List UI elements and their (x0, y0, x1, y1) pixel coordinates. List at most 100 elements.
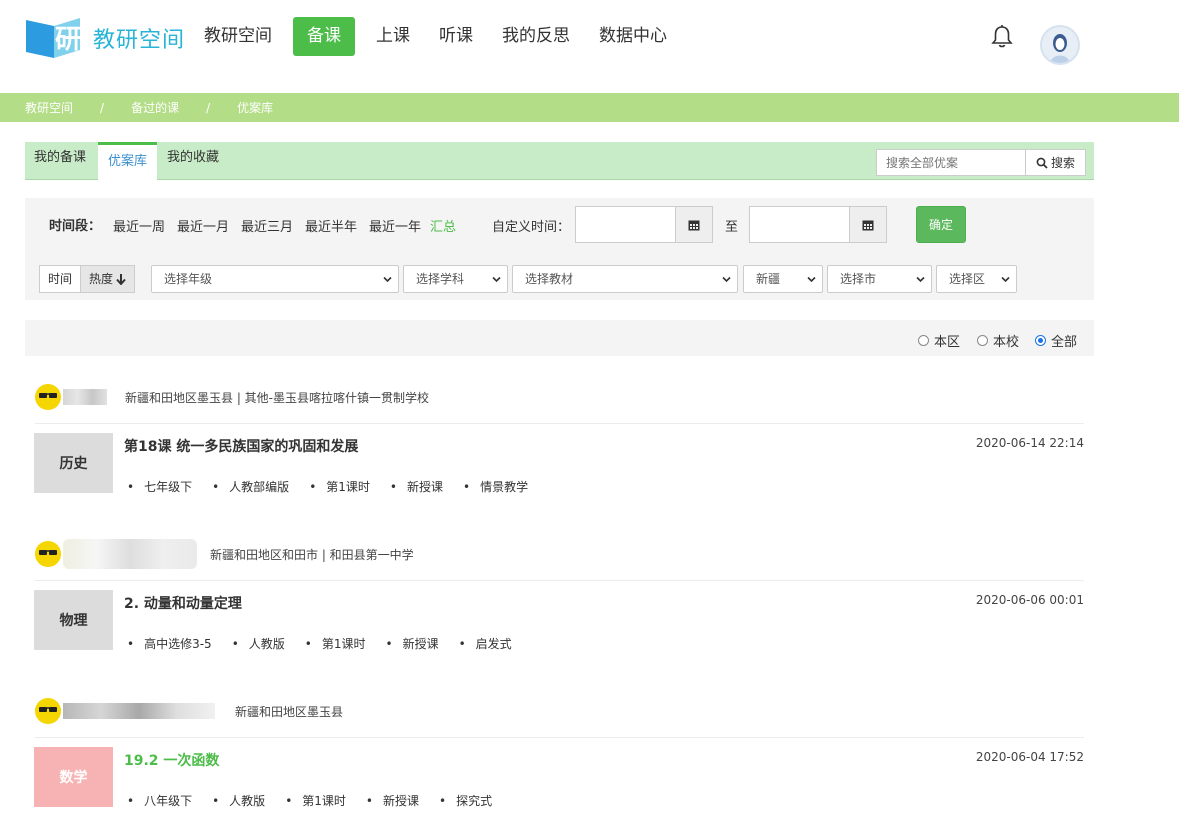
chevron-down-icon (383, 276, 392, 283)
tag: 新授课 (366, 792, 419, 809)
chevron-down-icon (722, 276, 731, 283)
list-item: 新疆和田地区和田市 | 和田县第一中学 物理 2. 动量和动量定理 2020-0… (25, 539, 1094, 664)
nav-shuju[interactable]: 数据中心 (591, 17, 675, 56)
tab-my-lessons[interactable]: 我的备课 (34, 142, 86, 180)
sort-by-time[interactable]: 时间 (39, 265, 82, 293)
sort-popularity-label: 热度 (89, 272, 114, 286)
end-date-button[interactable] (850, 206, 887, 243)
city-select[interactable]: 选择市 (827, 265, 932, 293)
range-halfyear[interactable]: 最近半年 (305, 216, 357, 235)
search-button[interactable]: 搜索 (1025, 149, 1086, 176)
author-avatar[interactable] (35, 541, 61, 567)
chevron-down-icon (807, 276, 816, 283)
end-date-input[interactable] (749, 206, 850, 243)
grade-select[interactable]: 选择年级 (151, 265, 399, 293)
author-location: 新疆和田地区和田市 | 和田县第一中学 (210, 547, 414, 562)
range-week[interactable]: 最近一周 (113, 216, 165, 235)
sunglasses-face-icon (39, 550, 57, 555)
search-input[interactable] (876, 149, 1026, 176)
tab-favorites[interactable]: 我的收藏 (167, 142, 219, 180)
author-name-redacted (63, 703, 215, 719)
confirm-button[interactable]: 确定 (916, 206, 966, 243)
author-location: 新疆和田地区墨玉县 | 其他-墨玉县喀拉喀什镇一贯制学校 (125, 390, 430, 405)
scope-all-radio[interactable]: 全部 (1035, 331, 1077, 350)
divider (35, 580, 1084, 581)
district-select-value: 选择区 (949, 272, 986, 286)
nav-jiaoyan[interactable]: 教研空间 (196, 17, 280, 56)
nav-tingke[interactable]: 听课 (431, 17, 481, 56)
chevron-down-icon (916, 276, 925, 283)
range-month[interactable]: 最近一月 (177, 216, 229, 235)
logo-icon[interactable]: 研 (24, 12, 82, 60)
subject-select-value: 选择学科 (416, 272, 465, 286)
lesson-title[interactable]: 19.2 一次函数 (124, 750, 219, 770)
user-avatar[interactable] (1040, 25, 1080, 65)
tag: 八年级下 (127, 792, 192, 809)
bell-icon[interactable] (990, 24, 1014, 50)
range-summary[interactable]: 汇总 (430, 216, 456, 235)
nav-fansi[interactable]: 我的反思 (494, 17, 578, 56)
nav-beike[interactable]: 备课 (293, 17, 355, 56)
list-item: 新疆和田地区墨玉县 数学 19.2 一次函数 2020-06-04 17:52 … (25, 696, 1094, 820)
tag: 情景教学 (463, 478, 528, 495)
divider (35, 423, 1084, 424)
start-date-button[interactable] (676, 206, 713, 243)
province-select[interactable]: 新疆 (743, 265, 823, 293)
tag: 七年级下 (127, 478, 192, 495)
arrow-down-icon (116, 274, 126, 285)
breadcrumb-separator: / (100, 100, 105, 115)
calendar-icon (688, 220, 700, 230)
author-avatar[interactable] (35, 698, 61, 724)
scope-all-label: 全部 (1051, 335, 1078, 350)
lesson-title[interactable]: 第18课 统一多民族国家的巩固和发展 (124, 436, 358, 456)
time-range-label: 时间段： (49, 219, 102, 234)
lesson-date: 2020-06-06 00:01 (975, 593, 1084, 607)
scope-school-label: 本校 (993, 335, 1020, 350)
range-year[interactable]: 最近一年 (369, 216, 421, 235)
breadcrumb-item[interactable]: 教研空间 (25, 99, 73, 116)
lesson-tags: 七年级下 人教部编版 第1课时 新授课 情景教学 (127, 478, 548, 495)
city-select-value: 选择市 (840, 272, 877, 286)
main-nav: 教研空间 备课 上课 听课 我的反思 数据中心 (196, 17, 688, 56)
radio-indicator (1035, 335, 1046, 346)
lesson-title[interactable]: 2. 动量和动量定理 (124, 593, 242, 613)
sort-by-popularity[interactable]: 热度 (81, 265, 136, 293)
tag: 启发式 (459, 635, 512, 652)
tag: 人教部编版 (212, 478, 289, 495)
textbook-select[interactable]: 选择教材 (512, 265, 738, 293)
nav-shangke[interactable]: 上课 (368, 17, 418, 56)
calendar-icon (862, 220, 874, 230)
sunglasses-face-icon (39, 707, 57, 712)
textbook-select-value: 选择教材 (525, 272, 574, 286)
to-label: 至 (725, 220, 739, 235)
author-row: 新疆和田地区和田市 | 和田县第一中学 (35, 539, 414, 569)
district-select[interactable]: 选择区 (936, 265, 1017, 293)
svg-text:研: 研 (55, 25, 81, 55)
chevron-down-icon (492, 276, 501, 283)
scope-school-radio[interactable]: 本校 (977, 331, 1019, 350)
lesson-date: 2020-06-14 22:14 (975, 436, 1084, 450)
subject-select[interactable]: 选择学科 (403, 265, 508, 293)
top-navbar: 研 教研空间 教研空间 备课 上课 听课 我的反思 数据中心 (0, 0, 1179, 93)
tag: 第1课时 (305, 635, 366, 652)
subject-badge: 历史 (34, 433, 113, 493)
author-row: 新疆和田地区墨玉县 (35, 696, 343, 726)
author-name-redacted (63, 539, 197, 569)
scope-district-radio[interactable]: 本区 (918, 331, 960, 350)
tag: 探究式 (439, 792, 492, 809)
author-name-redacted (63, 389, 107, 405)
author-avatar[interactable] (35, 384, 61, 410)
list-item: 新疆和田地区墨玉县 | 其他-墨玉县喀拉喀什镇一贯制学校 历史 第18课 统一多… (25, 382, 1094, 507)
range-3months[interactable]: 最近三月 (241, 216, 293, 235)
breadcrumb: 教研空间 / 备过的课 / 优案库 (0, 93, 1179, 122)
tab-excellent-library[interactable]: 优案库 (98, 142, 158, 181)
search-icon (1036, 157, 1048, 169)
start-date-input[interactable] (575, 206, 676, 243)
author-row: 新疆和田地区墨玉县 | 其他-墨玉县喀拉喀什镇一贯制学校 (35, 382, 429, 412)
tag: 人教版 (212, 792, 265, 809)
divider (35, 737, 1084, 738)
brand-title[interactable]: 教研空间 (93, 22, 185, 54)
breadcrumb-item[interactable]: 备过的课 (131, 99, 179, 116)
scope-district-label: 本区 (934, 335, 961, 350)
breadcrumb-separator: / (206, 100, 211, 115)
